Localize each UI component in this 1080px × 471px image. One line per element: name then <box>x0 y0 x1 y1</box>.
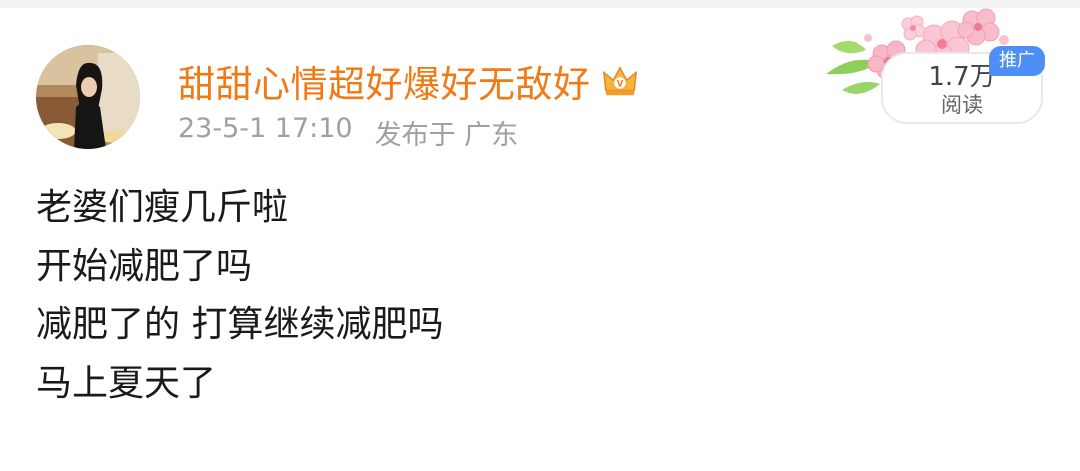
svg-text:V: V <box>616 80 623 90</box>
content-line: 马上夏天了 <box>36 362 217 404</box>
post-location: 发布于 广东 <box>374 120 519 151</box>
post-meta: 23-5-1 17:10 发布于 广东 <box>178 113 518 152</box>
post-content: 老婆们瘦几斤啦 开始减肥了吗 减肥了的 打算继续减肥吗 马上夏天了 <box>36 182 443 416</box>
crown-icon: V <box>602 66 637 96</box>
content-line: 老婆们瘦几斤啦 <box>36 187 289 228</box>
avatar[interactable] <box>36 45 140 149</box>
post-timestamp: 23-5-1 17:10 <box>178 113 353 144</box>
promo-badge[interactable]: 推广 <box>989 46 1045 76</box>
content-line: 减肥了的 打算继续减肥吗 <box>36 304 444 345</box>
username-row: 甜甜心情超好爆好无敌好 V <box>178 53 639 109</box>
read-label: 阅读 <box>941 93 983 117</box>
content-line: 开始减肥了吗 <box>36 245 253 287</box>
username[interactable]: 甜甜心情超好爆好无敌好 <box>178 54 591 108</box>
